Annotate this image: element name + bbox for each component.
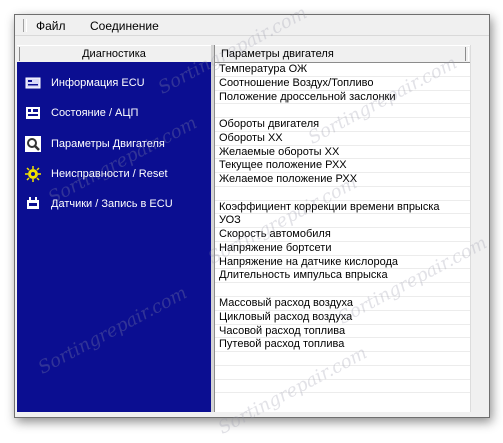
list-item[interactable]: Температура ОЖ (215, 63, 471, 77)
sidebar: Информация ECU Состояние / АЦП Параметры… (17, 62, 211, 412)
menu-bar: Файл Соединение (15, 15, 489, 36)
warning-icon (25, 166, 41, 182)
list-item[interactable]: Путевой расход топлива (215, 338, 471, 353)
list-item[interactable]: Текущее положение РХХ (215, 159, 471, 174)
sidebar-item-label: Датчики / Запись в ECU (51, 198, 173, 210)
sidebar-header: Диагностика (17, 45, 211, 63)
menu-grip (23, 19, 27, 32)
sidebar-item-sensors-write[interactable]: Датчики / Запись в ECU (25, 195, 173, 213)
sidebar-item-ecu-info[interactable]: Информация ECU (25, 74, 145, 92)
sidebar-item-label: Параметры Двигателя (51, 138, 165, 150)
status-icon (26, 107, 40, 119)
list-item[interactable] (215, 352, 471, 366)
sidebar-header-label: Диагностика (82, 48, 146, 60)
list-rows: Температура ОЖ Соотношение Воздух/Топлив… (215, 63, 471, 394)
list-item[interactable] (215, 104, 471, 119)
list-item[interactable]: Длительность импульса впрыска (215, 269, 471, 284)
list-item[interactable]: Напряжение бортсети (215, 242, 471, 256)
list-item[interactable] (215, 283, 471, 298)
list-item[interactable] (215, 366, 471, 380)
list-item[interactable] (215, 187, 471, 201)
info-icon (25, 77, 41, 89)
list-item[interactable]: Скорость автомобиля (215, 228, 471, 242)
list-item[interactable]: Желаемые обороты ХХ (215, 146, 471, 160)
list-item[interactable]: Обороты двигателя (215, 118, 471, 132)
sidebar-item-label: Неисправности / Reset (51, 168, 168, 180)
menu-connection[interactable]: Соединение (87, 19, 162, 33)
scrollbar[interactable] (470, 45, 489, 412)
list-item[interactable]: УОЗ (215, 214, 471, 229)
list-item[interactable]: Цикловый расход воздуха (215, 311, 471, 325)
list-header-label: Параметры двигателя (221, 48, 334, 60)
list-item[interactable]: Положение дроссельной заслонки (215, 91, 471, 105)
list-item[interactable] (215, 380, 471, 394)
list-item[interactable]: Желаемое положение РХХ (215, 173, 471, 187)
list-item[interactable]: Соотношение Воздух/Топливо (215, 77, 471, 91)
list-item[interactable]: Часовой расход топлива (215, 325, 471, 339)
sidebar-item-label: Информация ECU (51, 77, 145, 89)
engine-params-list: Параметры двигателя Температура ОЖ Соотн… (214, 45, 471, 412)
sidebar-item-engine-params[interactable]: Параметры Двигателя (25, 135, 165, 153)
list-item[interactable]: Обороты ХХ (215, 132, 471, 146)
menu-file[interactable]: Файл (33, 19, 69, 33)
sidebar-item-label: Состояние / АЦП (51, 107, 139, 119)
list-header[interactable]: Параметры двигателя (215, 45, 471, 63)
sensor-icon (27, 197, 39, 209)
magnifier-icon (25, 136, 41, 152)
sidebar-item-status-adc[interactable]: Состояние / АЦП (25, 104, 138, 122)
list-item[interactable]: Напряжение на датчике кислорода (215, 256, 471, 270)
app-window: Файл Соединение Диагностика Информация E… (14, 14, 490, 418)
column-separator[interactable] (465, 47, 469, 61)
header-stub (17, 47, 20, 61)
sidebar-item-faults-reset[interactable]: Неисправности / Reset (25, 165, 168, 183)
list-item[interactable]: Массовый расход воздуха (215, 297, 471, 311)
list-item[interactable]: Коэффициент коррекции времени впрыска (215, 201, 471, 215)
